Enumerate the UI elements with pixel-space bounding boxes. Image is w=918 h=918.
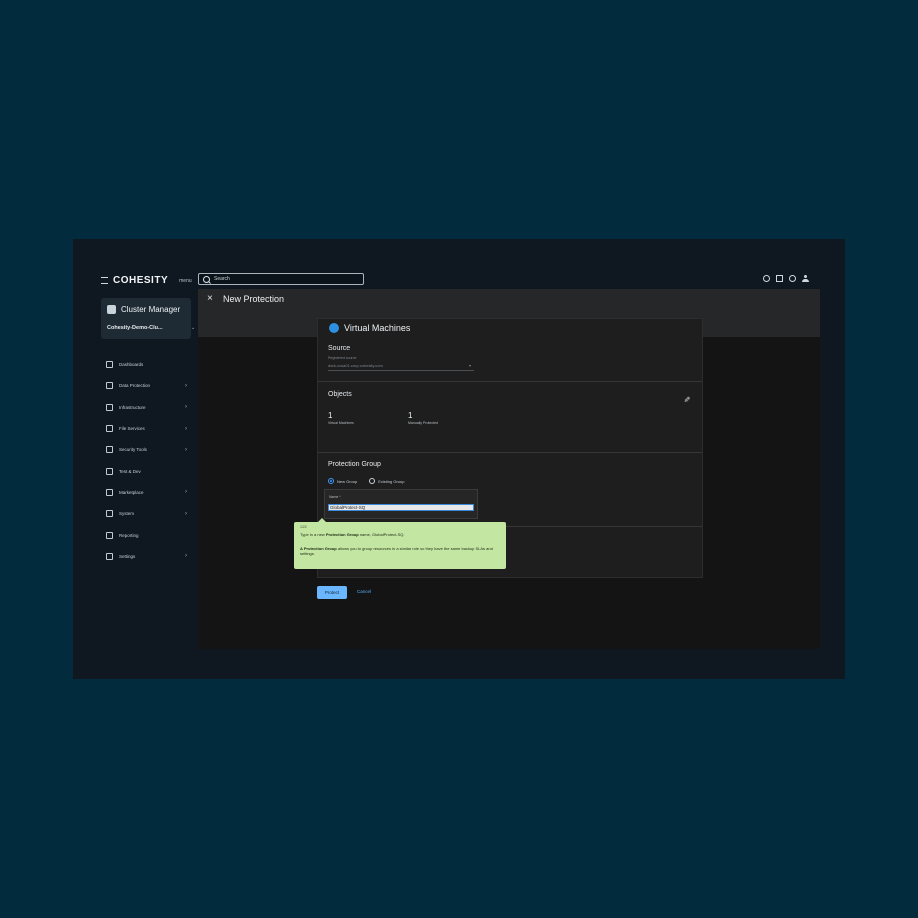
- radio-label: Existing Group: [378, 478, 405, 484]
- sidebar-item-dashboards[interactable]: Dashboards: [106, 354, 190, 375]
- sidebar-item-label: Reporting: [119, 532, 139, 538]
- cohesity-logo: COHESITY: [113, 275, 169, 286]
- search-placeholder: Search: [214, 276, 230, 282]
- chevron-right-icon: ›: [185, 446, 187, 453]
- stat-value: 1: [328, 411, 333, 420]
- close-icon[interactable]: ×: [207, 293, 213, 304]
- source-title: Source: [328, 345, 351, 352]
- cluster-title: Cluster Manager: [121, 305, 181, 314]
- app-window: COHESITY menu Search Cluster Manager Coh…: [73, 239, 845, 679]
- sidebar-item-security-tools[interactable]: Security Tools ›: [106, 439, 190, 460]
- dashboard-icon: [106, 361, 113, 369]
- search-icon: [203, 275, 210, 283]
- sidebar-item-label: Data Protection: [119, 383, 151, 389]
- security-icon: [106, 446, 113, 454]
- sidebar-item-label: Test & Dev: [119, 468, 141, 474]
- tooltip-bold-text: Protection Group: [325, 532, 359, 537]
- source-select[interactable]: dark-vcsa01.corp.cohesity.com ▾: [328, 363, 474, 371]
- stat-virtual-machines: 1 Virtual Machines: [328, 411, 354, 425]
- protect-button[interactable]: Protect: [317, 586, 347, 599]
- wrench-icon: [106, 467, 113, 475]
- radio-label: New Group: [337, 478, 358, 484]
- chevron-right-icon: ›: [185, 553, 187, 560]
- stat-label: Manually Protected: [408, 421, 438, 425]
- user-icon[interactable]: [802, 275, 809, 282]
- sidebar-item-label: Security Tools: [119, 447, 147, 453]
- apps-menu-icon[interactable]: [101, 277, 108, 284]
- chevron-right-icon: ›: [185, 382, 187, 389]
- sidebar-item-label: Infrastructure: [119, 404, 146, 410]
- name-label: Name *: [329, 495, 341, 499]
- sidebar-item-file-services[interactable]: File Services ›: [106, 418, 190, 439]
- divider: [318, 381, 702, 382]
- infrastructure-icon: [106, 403, 113, 411]
- protection-group-title: Protection Group: [328, 461, 381, 468]
- stat-label: Virtual Machines: [328, 421, 354, 425]
- main-content: × New Protection Virtual Machines Source…: [198, 289, 820, 649]
- stat-value: 1: [408, 411, 413, 420]
- edit-icon[interactable]: ✎: [682, 396, 691, 403]
- panel-title: Virtual Machines: [344, 323, 411, 333]
- page-title: New Protection: [223, 294, 285, 304]
- sidebar-item-marketplace[interactable]: Marketplace ›: [106, 482, 190, 503]
- brand: COHESITY menu: [101, 275, 192, 286]
- search-input[interactable]: Search: [198, 273, 364, 285]
- panel-header: Virtual Machines: [329, 323, 410, 333]
- source-label: Registered source: [328, 356, 357, 360]
- sidebar-item-label: File Services: [119, 426, 145, 432]
- chevron-down-icon[interactable]: ⌄: [191, 325, 195, 331]
- chevron-right-icon: ›: [185, 510, 187, 517]
- vm-icon: [329, 323, 339, 333]
- radio-new-group[interactable]: New Group: [328, 478, 357, 484]
- radio-existing-group[interactable]: Existing Group: [369, 478, 404, 484]
- tooltip-description: A Protection Group allows you to group r…: [300, 546, 495, 556]
- notifications-icon[interactable]: [776, 275, 783, 282]
- radio-icon: [328, 478, 334, 484]
- settings-icon[interactable]: [763, 275, 770, 282]
- cluster-name: Cohesity-Demo-Clu...: [107, 325, 163, 331]
- walkthrough-tooltip: 1/22 Type in a new Protection Group name…: [294, 518, 506, 569]
- reporting-icon: [106, 531, 113, 539]
- cluster-switcher[interactable]: Cluster Manager Cohesity-Demo-Clu... ⌄: [101, 298, 195, 339]
- tooltip-step: 1/22: [300, 525, 307, 529]
- sidebar-item-label: Settings: [119, 553, 136, 559]
- radio-icon: [369, 478, 376, 484]
- sidebar-item-settings[interactable]: Settings ›: [106, 546, 190, 567]
- sidebar-item-data-protection[interactable]: Data Protection ›: [106, 375, 190, 396]
- tooltip-text: name, GlobalProtect-SQ.: [359, 532, 405, 537]
- tooltip-text: Type in a new: [300, 532, 325, 537]
- sidebar-item-system[interactable]: System ›: [106, 503, 190, 524]
- chevron-right-icon: ›: [185, 404, 187, 411]
- sidebar-item-label: System: [119, 511, 135, 517]
- gear-icon: [106, 552, 113, 560]
- chevron-down-icon: ▾: [468, 363, 471, 368]
- stat-manually-protected: 1 Manually Protected: [408, 411, 438, 425]
- chevron-right-icon: ›: [185, 489, 187, 496]
- tooltip-instruction: Type in a new Protection Group name, Glo…: [300, 532, 405, 537]
- sidebar-item-label: Marketplace: [119, 489, 144, 495]
- cluster-icon: [107, 305, 116, 314]
- sidebar-item-test-dev[interactable]: Test & Dev: [106, 460, 190, 481]
- objects-title: Objects: [328, 391, 352, 398]
- folder-icon: [106, 425, 113, 433]
- chevron-right-icon: ›: [185, 425, 187, 432]
- group-name-field: Name * GlobalProtect-SQ: [324, 489, 478, 519]
- divider: [318, 452, 702, 453]
- system-icon: [106, 510, 113, 518]
- group-radio-set: New Group Existing Group: [328, 478, 404, 484]
- sidebar-item-infrastructure[interactable]: Infrastructure ›: [106, 397, 190, 418]
- shield-icon: [106, 382, 113, 390]
- name-input[interactable]: GlobalProtect-SQ: [328, 504, 474, 511]
- help-icon[interactable]: [789, 275, 796, 282]
- menu-label[interactable]: menu: [179, 278, 192, 284]
- marketplace-icon: [106, 488, 113, 496]
- sidebar-item-reporting[interactable]: Reporting: [106, 524, 190, 545]
- source-value: dark-vcsa01.corp.cohesity.com: [328, 363, 383, 368]
- top-icons: [763, 275, 809, 282]
- sidebar-nav: Dashboards Data Protection › Infrastruct…: [106, 354, 190, 567]
- sidebar-item-label: Dashboards: [119, 362, 144, 368]
- cancel-button[interactable]: Cancel: [357, 589, 371, 594]
- top-bar: COHESITY menu Search: [73, 239, 845, 289]
